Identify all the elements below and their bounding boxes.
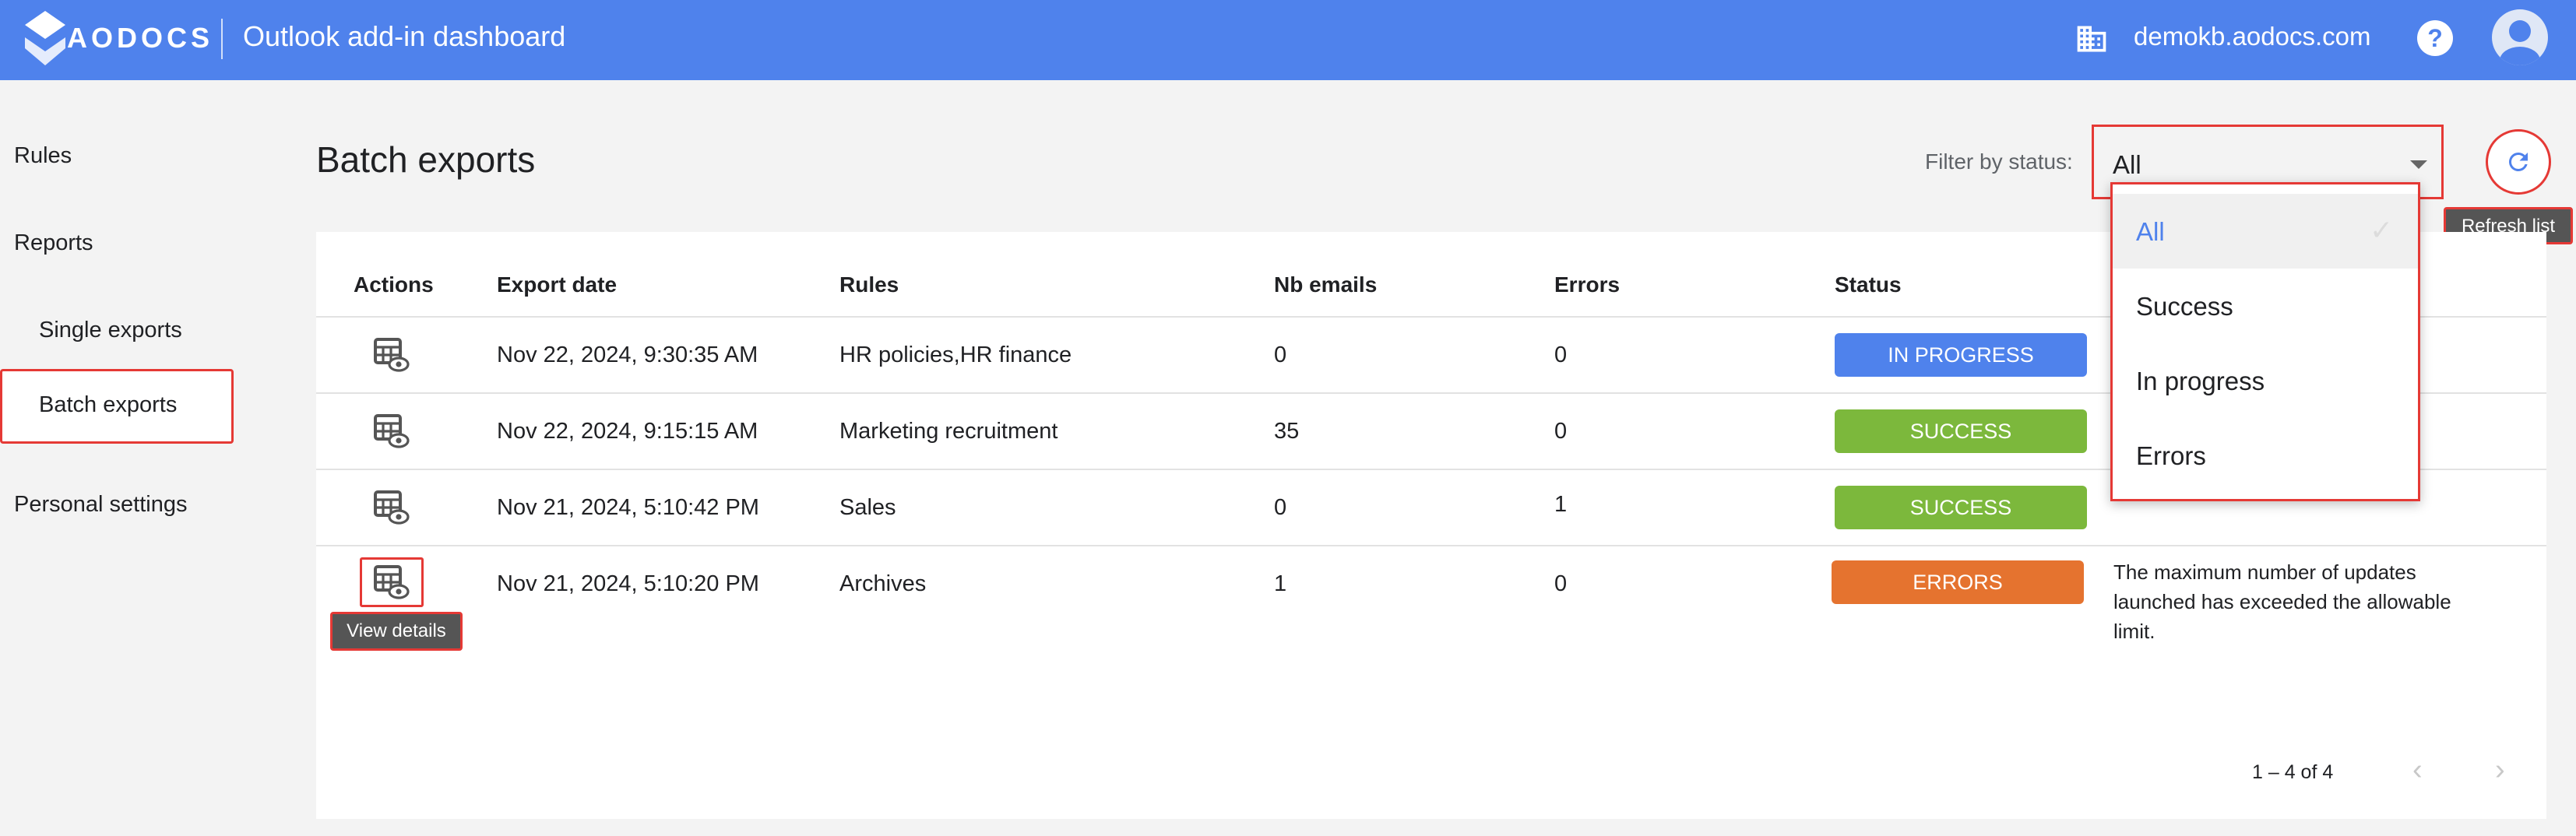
sidebar-item-personal-settings[interactable]: Personal settings (14, 492, 187, 518)
column-header-status: Status (1835, 272, 1902, 297)
filter-option-label: Success (2136, 292, 2233, 321)
rules-cell: Sales (839, 495, 896, 520)
nb-emails-cell: 1 (1274, 571, 1287, 596)
view-details-icon[interactable] (372, 564, 410, 601)
sidebar-item-batch-exports[interactable]: Batch exports (39, 392, 177, 418)
row-divider (316, 545, 2546, 546)
chevron-left-icon[interactable]: ‹ (2412, 753, 2423, 787)
nb-emails-cell: 35 (1274, 419, 1300, 444)
page-title: Batch exports (316, 139, 536, 180)
filter-option-errors[interactable]: Errors (2113, 418, 2418, 493)
column-header-errors: Errors (1554, 272, 1621, 297)
filter-label: Filter by status: (1925, 149, 2073, 174)
nb-emails-cell: 0 (1274, 342, 1287, 367)
domain-name[interactable]: demokb.aodocs.com (2134, 22, 2371, 51)
chevron-right-icon[interactable]: › (2495, 753, 2505, 787)
status-badge: SUCCESS (1835, 409, 2087, 453)
status-filter-value: All (2113, 150, 2141, 179)
filter-option-success[interactable]: Success (2113, 269, 2418, 343)
status-badge: SUCCESS (1835, 486, 2087, 529)
export-date: Nov 21, 2024, 5:10:42 PM (497, 495, 759, 520)
sidebar-item-reports[interactable]: Reports (14, 230, 93, 256)
filter-option-in-progress[interactable]: In progress (2113, 343, 2418, 418)
column-header-export-date[interactable]: Export date (497, 272, 617, 297)
user-avatar[interactable] (2492, 9, 2548, 65)
export-date: Nov 22, 2024, 9:30:35 AM (497, 342, 758, 367)
view-details-tooltip: View details (330, 612, 463, 651)
refresh-icon (2508, 152, 2528, 171)
check-icon: ✓ (2370, 214, 2394, 246)
view-details-icon[interactable] (372, 489, 410, 526)
column-header-nb-emails: Nb emails (1274, 272, 1378, 297)
errors-cell: 0 (1554, 342, 1568, 367)
rules-cell: Marketing recruitment (839, 419, 1058, 444)
chevron-down-icon (2410, 160, 2427, 169)
status-badge: IN PROGRESS (1835, 333, 2087, 377)
brand-name: AODOCS (67, 22, 214, 54)
rules-cell: HR policies,HR finance (839, 342, 1072, 367)
app-title: Outlook add-in dashboard (243, 20, 566, 52)
top-app-bar: AODOCS Outlook add-in dashboard demokb.a… (0, 0, 2576, 80)
user-silhouette-icon (2500, 20, 2540, 65)
errors-cell: 0 (1554, 419, 1568, 444)
export-date: Nov 21, 2024, 5:10:20 PM (497, 571, 759, 596)
header-divider (221, 19, 223, 59)
column-header-actions: Actions (354, 272, 434, 297)
filter-option-all[interactable]: All ✓ (2113, 194, 2418, 269)
rules-cell: Archives (839, 571, 927, 596)
errors-cell: 1 (1554, 492, 1568, 517)
error-message: The maximum number of updates launched h… (2113, 560, 2451, 643)
nb-emails-cell: 0 (1274, 495, 1287, 520)
column-header-rules: Rules (839, 272, 899, 297)
view-details-icon[interactable] (372, 413, 410, 450)
building-icon (2077, 26, 2106, 52)
aodocs-logo-icon (25, 11, 65, 65)
filter-option-label: In progress (2136, 367, 2265, 395)
refresh-button[interactable] (2486, 129, 2551, 195)
filter-option-label: Errors (2136, 441, 2206, 470)
view-details-icon[interactable] (372, 336, 410, 374)
sidebar-item-single-exports[interactable]: Single exports (39, 318, 182, 343)
export-date: Nov 22, 2024, 9:15:15 AM (497, 419, 758, 444)
sidebar-item-rules[interactable]: Rules (14, 143, 72, 169)
errors-cell: 0 (1554, 571, 1568, 596)
paginator-range: 1 – 4 of 4 (2252, 761, 2334, 783)
status-badge: ERRORS (1832, 560, 2084, 604)
filter-option-label: All (2136, 217, 2165, 246)
help-icon[interactable]: ? (2417, 20, 2453, 56)
status-filter-dropdown: All ✓ Success In progress Errors (2110, 182, 2420, 501)
